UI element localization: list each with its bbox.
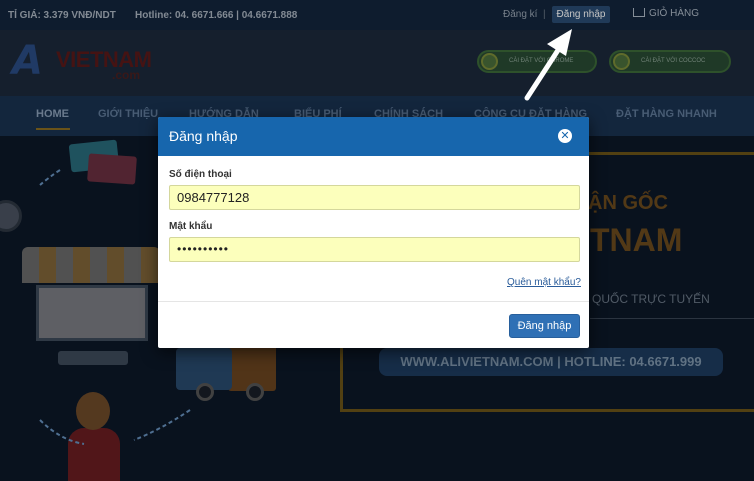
- login-dialog-title: Đăng nhập: [169, 128, 238, 144]
- dialog-divider: [158, 301, 589, 302]
- password-label: Mật khẩu: [169, 221, 213, 232]
- login-submit-button[interactable]: Đăng nhập: [509, 314, 580, 338]
- phone-input[interactable]: 0984777128: [169, 185, 580, 210]
- login-dialog-header: Đăng nhập ✕: [158, 117, 589, 156]
- forgot-password-link[interactable]: Quên mật khẩu?: [507, 277, 581, 288]
- close-icon[interactable]: ✕: [558, 129, 572, 143]
- password-input[interactable]: ••••••••••: [169, 237, 580, 262]
- login-dialog: Đăng nhập ✕ Số điện thoại 0984777128 Mật…: [158, 117, 589, 348]
- phone-label: Số điện thoại: [169, 169, 232, 180]
